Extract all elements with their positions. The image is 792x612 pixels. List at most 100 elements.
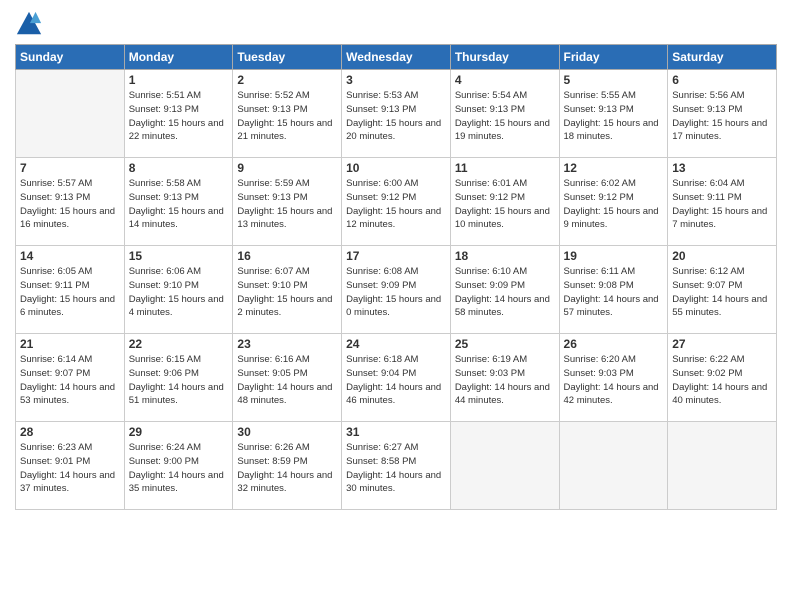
header [15, 10, 777, 38]
day-number: 4 [455, 73, 555, 87]
week-row-1: 1 Sunrise: 5:51 AMSunset: 9:13 PMDayligh… [16, 70, 777, 158]
day-number: 11 [455, 161, 555, 175]
page: SundayMondayTuesdayWednesdayThursdayFrid… [0, 0, 792, 520]
day-info: Sunrise: 5:58 AMSunset: 9:13 PMDaylight:… [129, 178, 224, 230]
calendar-cell: 6 Sunrise: 5:56 AMSunset: 9:13 PMDayligh… [668, 70, 777, 158]
day-number: 24 [346, 337, 446, 351]
calendar-cell: 4 Sunrise: 5:54 AMSunset: 9:13 PMDayligh… [450, 70, 559, 158]
calendar-table: SundayMondayTuesdayWednesdayThursdayFrid… [15, 44, 777, 510]
week-row-3: 14 Sunrise: 6:05 AMSunset: 9:11 PMDaylig… [16, 246, 777, 334]
day-info: Sunrise: 6:14 AMSunset: 9:07 PMDaylight:… [20, 354, 115, 406]
calendar-cell: 8 Sunrise: 5:58 AMSunset: 9:13 PMDayligh… [124, 158, 233, 246]
day-info: Sunrise: 6:22 AMSunset: 9:02 PMDaylight:… [672, 354, 767, 406]
day-number: 8 [129, 161, 229, 175]
day-info: Sunrise: 6:06 AMSunset: 9:10 PMDaylight:… [129, 266, 224, 318]
calendar-cell: 18 Sunrise: 6:10 AMSunset: 9:09 PMDaylig… [450, 246, 559, 334]
calendar-cell [16, 70, 125, 158]
calendar-cell [668, 422, 777, 510]
calendar-cell: 23 Sunrise: 6:16 AMSunset: 9:05 PMDaylig… [233, 334, 342, 422]
day-info: Sunrise: 6:27 AMSunset: 8:58 PMDaylight:… [346, 442, 441, 494]
day-info: Sunrise: 6:23 AMSunset: 9:01 PMDaylight:… [20, 442, 115, 494]
day-number: 16 [237, 249, 337, 263]
day-info: Sunrise: 5:51 AMSunset: 9:13 PMDaylight:… [129, 90, 224, 142]
calendar-cell: 11 Sunrise: 6:01 AMSunset: 9:12 PMDaylig… [450, 158, 559, 246]
day-info: Sunrise: 6:18 AMSunset: 9:04 PMDaylight:… [346, 354, 441, 406]
day-info: Sunrise: 6:11 AMSunset: 9:08 PMDaylight:… [564, 266, 659, 318]
day-info: Sunrise: 5:52 AMSunset: 9:13 PMDaylight:… [237, 90, 332, 142]
day-info: Sunrise: 6:07 AMSunset: 9:10 PMDaylight:… [237, 266, 332, 318]
day-number: 17 [346, 249, 446, 263]
calendar-cell: 15 Sunrise: 6:06 AMSunset: 9:10 PMDaylig… [124, 246, 233, 334]
day-info: Sunrise: 6:02 AMSunset: 9:12 PMDaylight:… [564, 178, 659, 230]
calendar-cell [450, 422, 559, 510]
calendar-cell: 7 Sunrise: 5:57 AMSunset: 9:13 PMDayligh… [16, 158, 125, 246]
calendar-cell: 14 Sunrise: 6:05 AMSunset: 9:11 PMDaylig… [16, 246, 125, 334]
calendar-cell: 17 Sunrise: 6:08 AMSunset: 9:09 PMDaylig… [342, 246, 451, 334]
day-info: Sunrise: 6:16 AMSunset: 9:05 PMDaylight:… [237, 354, 332, 406]
calendar-cell: 5 Sunrise: 5:55 AMSunset: 9:13 PMDayligh… [559, 70, 668, 158]
day-info: Sunrise: 6:19 AMSunset: 9:03 PMDaylight:… [455, 354, 550, 406]
day-number: 28 [20, 425, 120, 439]
day-number: 6 [672, 73, 772, 87]
day-info: Sunrise: 5:55 AMSunset: 9:13 PMDaylight:… [564, 90, 659, 142]
week-row-2: 7 Sunrise: 5:57 AMSunset: 9:13 PMDayligh… [16, 158, 777, 246]
calendar-cell: 28 Sunrise: 6:23 AMSunset: 9:01 PMDaylig… [16, 422, 125, 510]
day-number: 7 [20, 161, 120, 175]
day-number: 20 [672, 249, 772, 263]
day-number: 13 [672, 161, 772, 175]
day-info: Sunrise: 6:04 AMSunset: 9:11 PMDaylight:… [672, 178, 767, 230]
calendar-cell: 9 Sunrise: 5:59 AMSunset: 9:13 PMDayligh… [233, 158, 342, 246]
day-number: 25 [455, 337, 555, 351]
calendar-cell: 26 Sunrise: 6:20 AMSunset: 9:03 PMDaylig… [559, 334, 668, 422]
calendar-cell: 22 Sunrise: 6:15 AMSunset: 9:06 PMDaylig… [124, 334, 233, 422]
day-header-monday: Monday [124, 45, 233, 70]
calendar-cell: 27 Sunrise: 6:22 AMSunset: 9:02 PMDaylig… [668, 334, 777, 422]
day-number: 14 [20, 249, 120, 263]
day-info: Sunrise: 6:05 AMSunset: 9:11 PMDaylight:… [20, 266, 115, 318]
day-info: Sunrise: 6:01 AMSunset: 9:12 PMDaylight:… [455, 178, 550, 230]
calendar-cell: 13 Sunrise: 6:04 AMSunset: 9:11 PMDaylig… [668, 158, 777, 246]
day-info: Sunrise: 6:24 AMSunset: 9:00 PMDaylight:… [129, 442, 224, 494]
day-number: 2 [237, 73, 337, 87]
day-info: Sunrise: 6:15 AMSunset: 9:06 PMDaylight:… [129, 354, 224, 406]
day-header-tuesday: Tuesday [233, 45, 342, 70]
day-header-thursday: Thursday [450, 45, 559, 70]
calendar-cell: 25 Sunrise: 6:19 AMSunset: 9:03 PMDaylig… [450, 334, 559, 422]
day-info: Sunrise: 6:08 AMSunset: 9:09 PMDaylight:… [346, 266, 441, 318]
day-number: 30 [237, 425, 337, 439]
day-number: 9 [237, 161, 337, 175]
day-number: 19 [564, 249, 664, 263]
day-header-sunday: Sunday [16, 45, 125, 70]
day-number: 18 [455, 249, 555, 263]
day-number: 21 [20, 337, 120, 351]
day-number: 3 [346, 73, 446, 87]
day-info: Sunrise: 5:56 AMSunset: 9:13 PMDaylight:… [672, 90, 767, 142]
day-info: Sunrise: 6:10 AMSunset: 9:09 PMDaylight:… [455, 266, 550, 318]
day-header-friday: Friday [559, 45, 668, 70]
calendar-cell: 3 Sunrise: 5:53 AMSunset: 9:13 PMDayligh… [342, 70, 451, 158]
calendar-cell: 10 Sunrise: 6:00 AMSunset: 9:12 PMDaylig… [342, 158, 451, 246]
logo [15, 10, 47, 38]
calendar-cell: 2 Sunrise: 5:52 AMSunset: 9:13 PMDayligh… [233, 70, 342, 158]
day-header-saturday: Saturday [668, 45, 777, 70]
day-info: Sunrise: 6:12 AMSunset: 9:07 PMDaylight:… [672, 266, 767, 318]
calendar-cell: 16 Sunrise: 6:07 AMSunset: 9:10 PMDaylig… [233, 246, 342, 334]
day-info: Sunrise: 6:20 AMSunset: 9:03 PMDaylight:… [564, 354, 659, 406]
calendar-cell: 12 Sunrise: 6:02 AMSunset: 9:12 PMDaylig… [559, 158, 668, 246]
calendar-cell: 21 Sunrise: 6:14 AMSunset: 9:07 PMDaylig… [16, 334, 125, 422]
calendar-cell: 20 Sunrise: 6:12 AMSunset: 9:07 PMDaylig… [668, 246, 777, 334]
day-number: 12 [564, 161, 664, 175]
header-row: SundayMondayTuesdayWednesdayThursdayFrid… [16, 45, 777, 70]
logo-icon [15, 10, 43, 38]
calendar-cell: 30 Sunrise: 6:26 AMSunset: 8:59 PMDaylig… [233, 422, 342, 510]
day-number: 31 [346, 425, 446, 439]
day-number: 29 [129, 425, 229, 439]
day-number: 27 [672, 337, 772, 351]
week-row-5: 28 Sunrise: 6:23 AMSunset: 9:01 PMDaylig… [16, 422, 777, 510]
day-number: 5 [564, 73, 664, 87]
day-number: 26 [564, 337, 664, 351]
calendar-cell: 31 Sunrise: 6:27 AMSunset: 8:58 PMDaylig… [342, 422, 451, 510]
day-info: Sunrise: 6:26 AMSunset: 8:59 PMDaylight:… [237, 442, 332, 494]
day-number: 23 [237, 337, 337, 351]
calendar-cell: 19 Sunrise: 6:11 AMSunset: 9:08 PMDaylig… [559, 246, 668, 334]
